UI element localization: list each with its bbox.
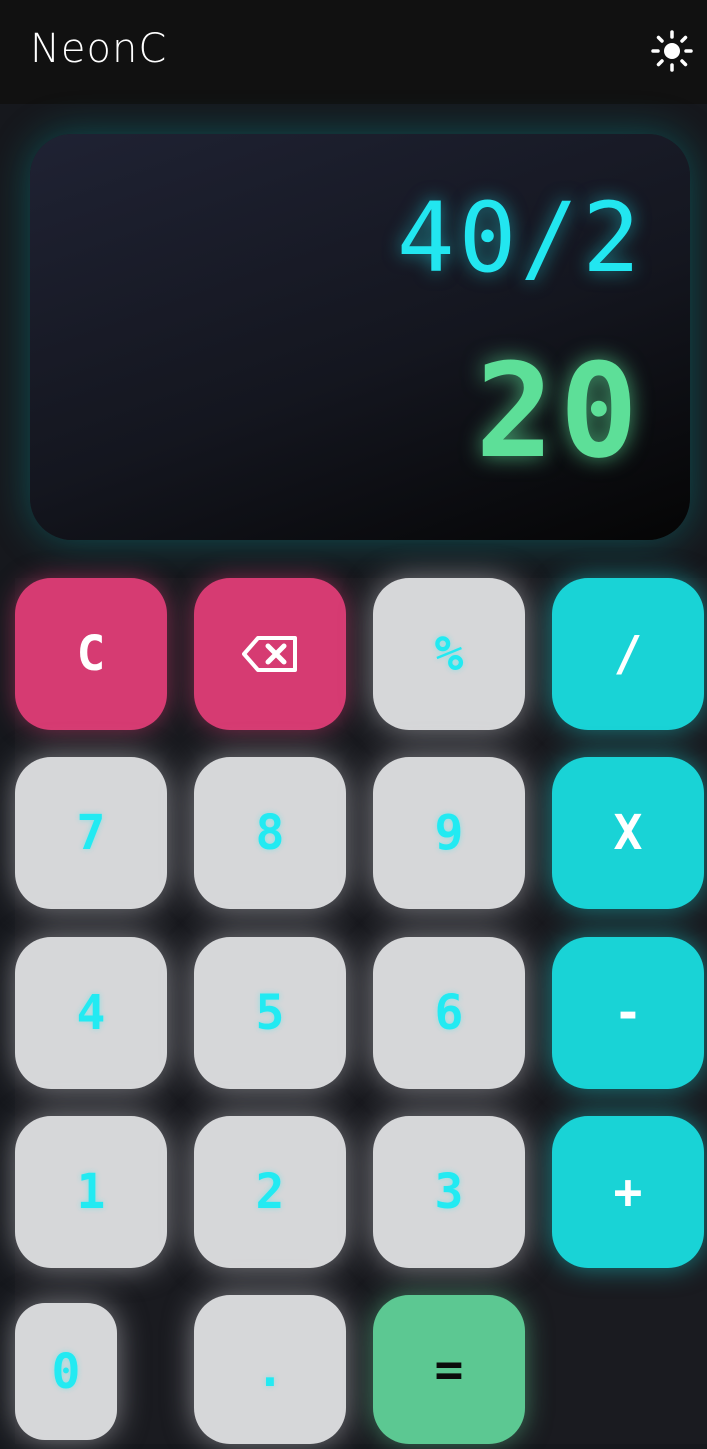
divide-label: / bbox=[613, 626, 643, 682]
percent-button[interactable]: % bbox=[373, 578, 525, 730]
two-button[interactable]: 2 bbox=[194, 1116, 346, 1268]
sun-icon bbox=[651, 30, 693, 72]
four-label: 4 bbox=[76, 985, 106, 1041]
multiply-button[interactable]: X bbox=[552, 757, 704, 909]
divide-button[interactable]: / bbox=[552, 578, 704, 730]
backspace-icon bbox=[242, 636, 297, 672]
three-button[interactable]: 3 bbox=[373, 1116, 525, 1268]
two-label: 2 bbox=[255, 1164, 285, 1220]
seven-button[interactable]: 7 bbox=[15, 757, 167, 909]
eight-label: 8 bbox=[255, 805, 285, 861]
eight-button[interactable]: 8 bbox=[194, 757, 346, 909]
plus-label: + bbox=[613, 1164, 643, 1220]
six-button[interactable]: 6 bbox=[373, 937, 525, 1089]
backspace-button[interactable] bbox=[194, 578, 346, 730]
three-label: 3 bbox=[434, 1164, 464, 1220]
four-button[interactable]: 4 bbox=[15, 937, 167, 1089]
theme-toggle-button[interactable] bbox=[647, 26, 697, 76]
app-title: NeonC bbox=[30, 26, 168, 72]
zero-label: 0 bbox=[51, 1343, 81, 1400]
percent-label: % bbox=[434, 626, 464, 682]
nine-button[interactable]: 9 bbox=[373, 757, 525, 909]
nine-label: 9 bbox=[434, 805, 464, 861]
clear-button[interactable]: C bbox=[15, 578, 167, 730]
minus-button[interactable]: - bbox=[552, 937, 704, 1089]
one-label: 1 bbox=[76, 1164, 106, 1220]
clear-label: C bbox=[76, 626, 106, 682]
result-text: 20 bbox=[475, 335, 644, 487]
decimal-button[interactable]: . bbox=[194, 1295, 346, 1444]
zero-button[interactable]: 0 bbox=[15, 1303, 117, 1440]
one-button[interactable]: 1 bbox=[15, 1116, 167, 1268]
five-button[interactable]: 5 bbox=[194, 937, 346, 1089]
keypad: C % / 7 8 9 X 4 5 6 - 1 2 3 + 0 . = bbox=[15, 578, 707, 1444]
multiply-label: X bbox=[613, 805, 643, 861]
top-bar: NeonC bbox=[0, 0, 707, 104]
plus-button[interactable]: + bbox=[552, 1116, 704, 1268]
five-label: 5 bbox=[255, 985, 285, 1041]
equals-label: = bbox=[434, 1341, 464, 1398]
calculator-display: 40/2 20 bbox=[30, 134, 690, 540]
minus-label: - bbox=[613, 985, 643, 1041]
decimal-label: . bbox=[255, 1341, 285, 1398]
equals-button[interactable]: = bbox=[373, 1295, 525, 1444]
seven-label: 7 bbox=[76, 805, 106, 861]
expression-text: 40/2 bbox=[396, 182, 644, 294]
six-label: 6 bbox=[434, 985, 464, 1041]
